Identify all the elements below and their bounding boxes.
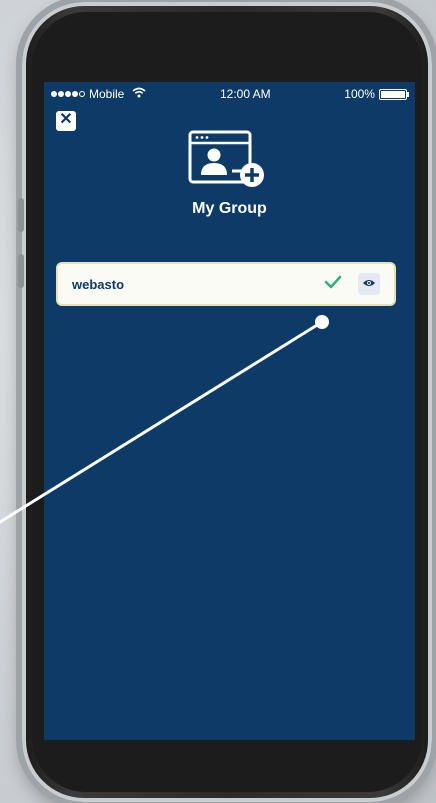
select-group-button[interactable] bbox=[322, 273, 344, 295]
eye-icon bbox=[362, 275, 376, 293]
signal-dots-icon bbox=[51, 91, 85, 97]
check-icon bbox=[324, 275, 342, 294]
add-group-icon bbox=[188, 130, 268, 197]
close-button[interactable]: ✕ bbox=[56, 111, 76, 131]
status-left: Mobile bbox=[51, 87, 146, 101]
wifi-icon bbox=[132, 87, 146, 101]
volume-up-button bbox=[18, 198, 24, 232]
volume-down-button bbox=[18, 254, 24, 288]
status-bar: Mobile 12:00 AM 100% bbox=[44, 82, 415, 106]
carrier-label: Mobile bbox=[89, 87, 125, 101]
status-right: 100% bbox=[344, 87, 409, 101]
page-title: My Group bbox=[192, 200, 267, 217]
battery-percent-label: 100% bbox=[344, 87, 375, 101]
view-group-button[interactable] bbox=[358, 273, 380, 295]
battery-fill bbox=[380, 90, 405, 98]
close-icon: ✕ bbox=[59, 111, 73, 128]
clock-label: 12:00 AM bbox=[219, 87, 271, 101]
group-name: webasto bbox=[72, 276, 125, 292]
battery-icon bbox=[378, 88, 409, 100]
group-card[interactable]: webasto bbox=[56, 262, 396, 306]
app-screen: Mobile 12:00 AM 100% ✕ My Group webasto bbox=[44, 82, 415, 740]
